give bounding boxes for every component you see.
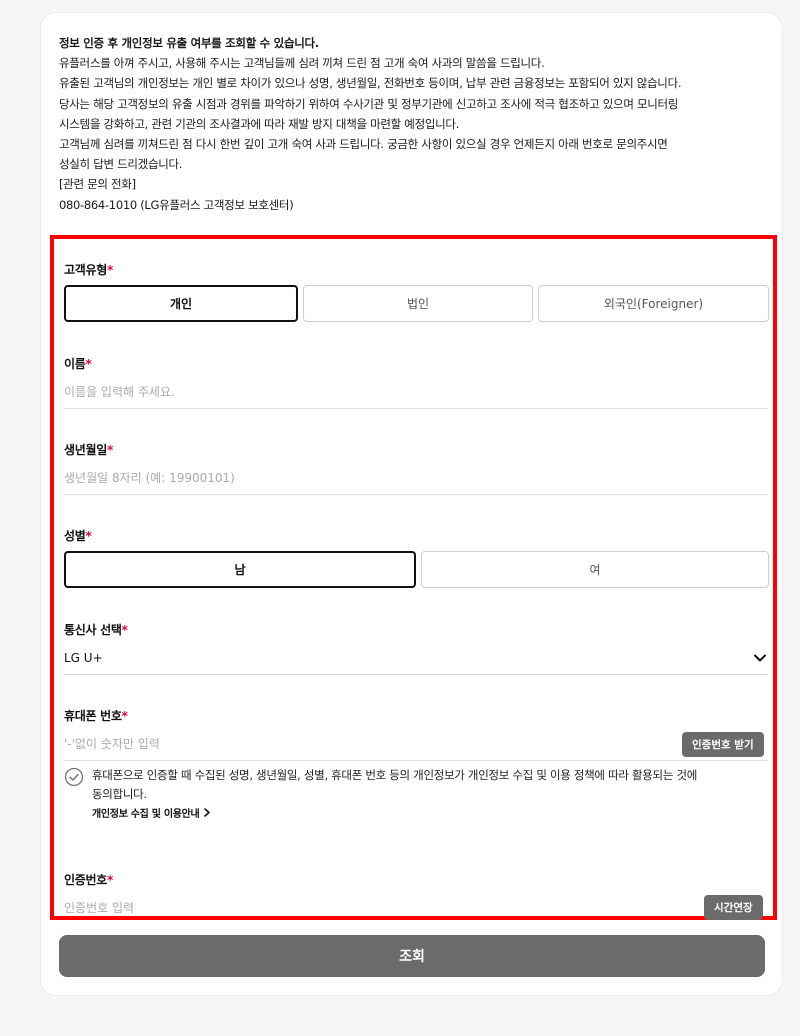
privacy-info-link[interactable]: 개인정보 수집 및 이용안내 <box>92 805 211 824</box>
extend-time-button[interactable]: 시간연장 <box>704 895 763 920</box>
phone-label: 휴대폰 번호* <box>64 707 128 724</box>
carrier-label-text: 통신사 선택 <box>64 623 122 637</box>
name-label: 이름* <box>64 355 92 372</box>
phone-input[interactable] <box>64 727 768 761</box>
auth-code-label-text: 인증번호 <box>64 873 107 887</box>
notice-line: 정보 인증 후 개인정보 유출 여부를 조회할 수 있습니다. <box>59 36 319 50</box>
customer-type-individual-button[interactable]: 개인 <box>64 285 298 322</box>
gender-female-button[interactable]: 여 <box>421 551 769 588</box>
notice-line: 시스템을 강화하고, 관련 기관의 조사결과에 따라 재발 방지 대책을 마련할… <box>59 116 460 131</box>
verification-form: 고객유형* 개인 법인 외국인(Foreigner) 이름* 생년월일* 성별*… <box>50 235 777 925</box>
submit-button[interactable]: 조회 <box>59 935 765 977</box>
gender-male-button[interactable]: 남 <box>64 551 416 588</box>
name-label-text: 이름 <box>64 357 86 371</box>
gender-label-text: 성별 <box>64 529 86 543</box>
consent-block: 휴대폰으로 인증할 때 수집된 성명, 생년월일, 성별, 휴대폰 번호 등의 … <box>64 766 768 824</box>
carrier-select[interactable]: LG U+ <box>64 641 768 675</box>
privacy-info-link-text: 개인정보 수집 및 이용안내 <box>92 809 200 820</box>
notice-text: 정보 인증 후 개인정보 유출 여부를 조회할 수 있습니다. 유플러스를 아껴… <box>59 33 769 215</box>
carrier-selected-value: LG U+ <box>64 650 103 665</box>
notice-line: 유출된 고객님의 개인정보는 개인 별로 차이가 있으나 성명, 생년월일, 전… <box>59 76 682 91</box>
customer-type-label-text: 고객유형 <box>64 263 107 277</box>
notice-line: 유플러스를 아껴 주시고, 사용해 주시는 고객님들께 심려 끼쳐 드린 점 고… <box>59 56 545 71</box>
consent-text: 휴대폰으로 인증할 때 수집된 성명, 생년월일, 성별, 휴대폰 번호 등의 … <box>92 766 697 824</box>
required-mark: * <box>121 709 128 723</box>
notice-line: 성실히 답변 드리겠습니다. <box>59 157 183 172</box>
check-circle-icon[interactable] <box>64 767 84 787</box>
notice-line: 고객님께 심려를 끼쳐드린 점 다시 한번 깊이 고개 숙여 사과 드립니다. … <box>59 137 668 152</box>
customer-type-foreigner-button[interactable]: 외국인(Foreigner) <box>538 285 769 322</box>
customer-type-corporate-button[interactable]: 법인 <box>303 285 533 322</box>
chevron-down-icon <box>752 650 768 666</box>
required-mark: * <box>121 623 128 637</box>
chevron-right-icon <box>203 808 211 820</box>
required-mark: * <box>85 529 92 543</box>
required-mark: * <box>106 873 113 887</box>
notice-line: 080-864-1010 (LG유플러스 고객정보 보호센터) <box>59 197 294 212</box>
consent-line: 휴대폰으로 인증할 때 수집된 성명, 생년월일, 성별, 휴대폰 번호 등의 … <box>92 768 698 782</box>
consent-line: 동의합니다. <box>92 787 147 801</box>
gender-label: 성별* <box>64 527 92 544</box>
auth-code-input[interactable] <box>64 891 768 925</box>
required-mark: * <box>85 357 92 371</box>
required-mark: * <box>106 263 113 277</box>
phone-label-text: 휴대폰 번호 <box>64 709 122 723</box>
notice-line: [관련 문의 전화] <box>59 177 136 192</box>
notice-line: 당사는 해당 고객정보의 유출 시점과 경위를 파악하기 위하여 수사기관 및 … <box>59 96 679 111</box>
name-input[interactable] <box>64 375 768 409</box>
lookup-card: 정보 인증 후 개인정보 유출 여부를 조회할 수 있습니다. 유플러스를 아껴… <box>40 12 783 996</box>
birth-input[interactable] <box>64 461 768 495</box>
birth-label: 생년월일* <box>64 441 113 458</box>
required-mark: * <box>106 443 113 457</box>
birth-label-text: 생년월일 <box>64 443 107 457</box>
customer-type-label: 고객유형* <box>64 261 113 278</box>
carrier-label: 통신사 선택* <box>64 621 128 638</box>
auth-code-label: 인증번호* <box>64 871 113 888</box>
request-code-button[interactable]: 인증번호 받기 <box>682 732 764 757</box>
